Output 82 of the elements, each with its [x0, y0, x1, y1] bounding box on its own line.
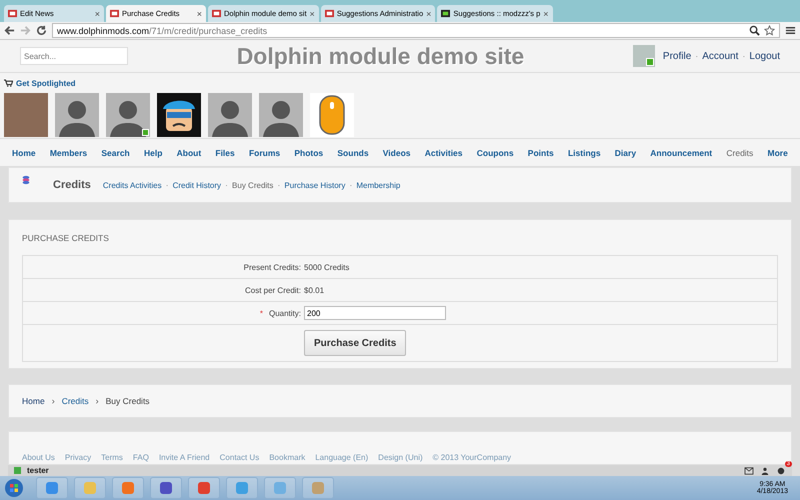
taskbar-app-icon[interactable]	[150, 477, 182, 499]
member-avatar[interactable]	[157, 93, 201, 137]
page-icon	[324, 9, 334, 18]
field-label: Cost per Credit:	[244, 286, 301, 294]
link-separator: ·	[277, 180, 280, 190]
person-icon[interactable]	[760, 466, 770, 474]
link-separator: ·	[742, 51, 746, 61]
nav-link[interactable]: Home	[12, 148, 36, 158]
close-icon[interactable]: ×	[94, 8, 100, 18]
nav-link[interactable]: Diary	[614, 148, 636, 158]
close-icon[interactable]: ×	[543, 8, 549, 18]
quantity-field[interactable]: 200	[304, 306, 446, 320]
breadcrumb-item[interactable]: Home	[22, 396, 45, 406]
submenu-link[interactable]: Credits Activities	[102, 180, 162, 190]
link-separator: ·	[349, 180, 352, 190]
taskbar-app-icon[interactable]	[36, 477, 68, 499]
user-link[interactable]: Account	[702, 50, 738, 62]
toolbar-username[interactable]: tester	[27, 466, 49, 475]
zoom-icon[interactable]	[749, 25, 760, 36]
breadcrumb-separator: ›	[52, 396, 55, 406]
nav-link[interactable]: Videos	[382, 148, 410, 158]
get-spotlighted-link[interactable]: Get Spotlighted	[16, 78, 76, 88]
submenu-link[interactable]: Membership	[356, 180, 400, 190]
page-icon	[110, 9, 119, 18]
field-value: 5000 Credits	[304, 262, 350, 272]
nav-link[interactable]: Activities	[424, 148, 463, 158]
nav-link[interactable]: Announcement	[650, 148, 712, 158]
page-icon	[8, 9, 17, 18]
link-separator: ·	[166, 180, 169, 190]
link-separator: ·	[695, 51, 698, 61]
mail-icon[interactable]	[744, 466, 754, 474]
coins-icon	[21, 174, 31, 186]
copyright-text: © 2013 YourCompany	[432, 453, 512, 462]
nav-link[interactable]: Points	[528, 148, 554, 158]
nav-link[interactable]: Help	[144, 148, 162, 158]
field-value: $0.01	[304, 286, 324, 294]
submenu-link[interactable]: Credit History	[172, 180, 222, 190]
back-icon[interactable]	[4, 25, 15, 36]
field-label: Present Credits:	[244, 262, 301, 272]
close-icon[interactable]: ×	[196, 8, 202, 18]
breadcrumb-item[interactable]: Buy Credits	[106, 396, 150, 406]
cart-icon	[4, 79, 13, 87]
nav-link[interactable]: Forums	[248, 148, 280, 158]
user-link[interactable]: Profile	[662, 50, 692, 62]
page-icon	[212, 9, 221, 18]
page-icon	[441, 9, 450, 18]
submenu-link[interactable]: Buy Credits	[232, 180, 274, 190]
search-field[interactable]: Search...	[20, 47, 128, 65]
member-avatar[interactable]	[310, 93, 354, 137]
nav-link[interactable]: Listings	[568, 148, 601, 158]
breadcrumb-item[interactable]: Credits	[62, 396, 89, 406]
address-bar[interactable]: www.dolphinmods.com/71/m/credit/purchase_credits	[52, 23, 780, 38]
start-button[interactable]	[4, 478, 24, 498]
nav-link[interactable]: More	[768, 148, 788, 158]
online-indicator	[142, 129, 149, 136]
nav-link[interactable]: Photos	[294, 148, 324, 158]
user-link[interactable]: Logout	[749, 50, 780, 62]
purchase-credits-button[interactable]: Purchase Credits	[304, 330, 406, 356]
star-icon[interactable]	[764, 25, 775, 36]
close-icon[interactable]: ×	[426, 8, 432, 18]
site-title: Dolphin module demo site	[236, 42, 526, 70]
taskbar-app-icon[interactable]	[188, 477, 220, 499]
nav-link[interactable]: Members	[50, 148, 88, 158]
user-avatar[interactable]	[632, 45, 655, 67]
form-heading: PURCHASE CREDITS	[22, 232, 110, 245]
nav-link[interactable]: About	[176, 148, 202, 158]
nav-link[interactable]: Sounds	[337, 148, 369, 158]
reload-icon[interactable]	[36, 25, 47, 36]
menu-icon[interactable]	[785, 25, 796, 36]
breadcrumb-separator: ›	[96, 396, 99, 406]
nav-link[interactable]: Coupons	[476, 148, 514, 158]
link-separator: ·	[225, 180, 228, 190]
section-title: Credits	[53, 179, 91, 191]
field-label: Quantity:	[268, 308, 301, 318]
required-mark: *	[260, 308, 263, 318]
submenu-link[interactable]: Purchase History	[284, 180, 346, 190]
nav-link[interactable]: Files	[215, 148, 235, 158]
nav-link[interactable]: Credits	[726, 148, 754, 158]
nav-link[interactable]: Search	[101, 148, 130, 158]
close-icon[interactable]: ×	[310, 8, 315, 18]
taskbar-app-icon[interactable]	[112, 477, 144, 499]
status-icon	[14, 467, 21, 474]
